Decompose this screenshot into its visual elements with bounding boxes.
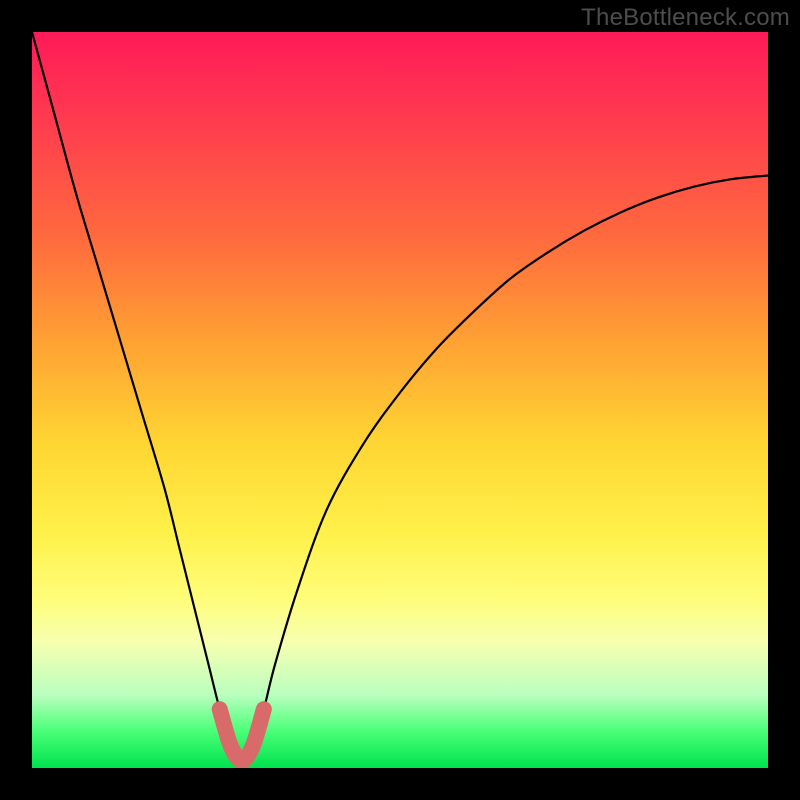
watermark-text: TheBottleneck.com <box>581 4 790 32</box>
bottleneck-curve <box>32 32 768 761</box>
chart-frame: TheBottleneck.com <box>0 0 800 800</box>
plot-area <box>32 32 768 768</box>
valley-marker <box>220 709 264 761</box>
curve-svg <box>32 32 768 768</box>
